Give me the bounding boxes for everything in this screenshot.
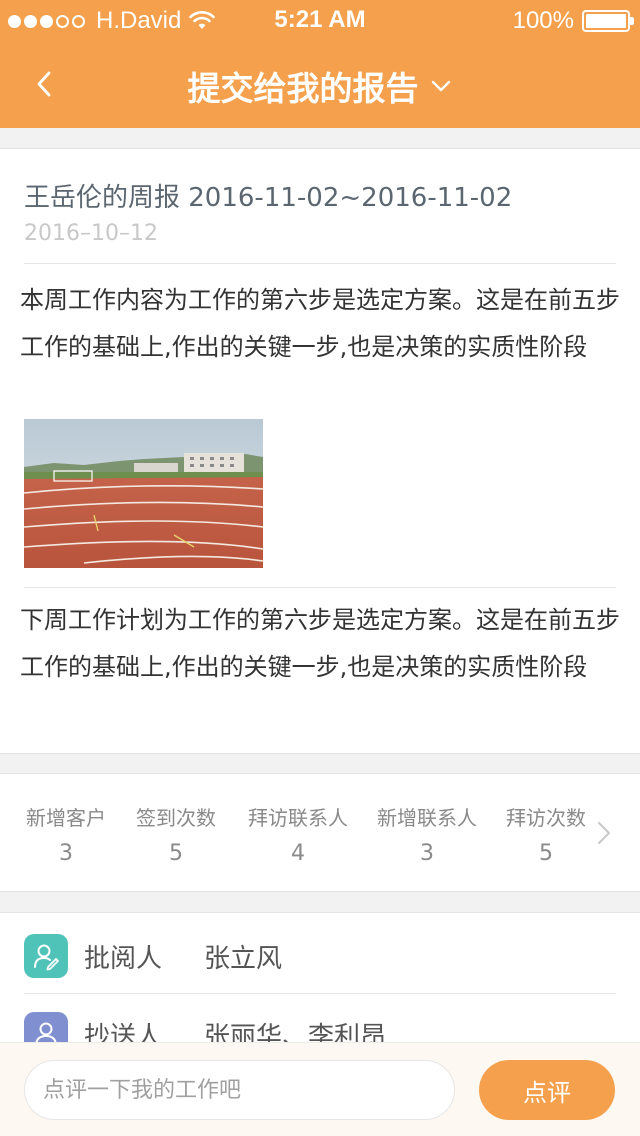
stat-value: 3 bbox=[420, 841, 434, 866]
stat-visited-contacts: 拜访联系人 4 bbox=[243, 802, 353, 866]
chevron-down-icon bbox=[431, 80, 450, 92]
stat-checkins: 签到次数 5 bbox=[132, 802, 220, 866]
header: H.David 5:21 AM 100% 提交给我的报告 bbox=[0, 0, 640, 128]
title-text: 提交给我的报告 bbox=[187, 69, 419, 108]
divider bbox=[24, 993, 616, 994]
comment-bar: 点评 bbox=[0, 1042, 640, 1136]
stats-card[interactable]: 新增客户 3 签到次数 5 拜访联系人 4 新增联系人 3 拜访次数 5 bbox=[0, 773, 640, 892]
battery-icon bbox=[582, 10, 634, 32]
stat-visits: 拜访次数 5 bbox=[502, 802, 590, 866]
reviewer-row[interactable]: 批阅人 张立风 bbox=[24, 933, 282, 979]
nav-bar: 提交给我的报告 bbox=[0, 40, 640, 128]
divider bbox=[24, 587, 616, 588]
stat-label: 拜访次数 bbox=[506, 806, 586, 830]
reviewer-names: 张立风 bbox=[204, 943, 283, 974]
reviewer-label: 批阅人 bbox=[84, 943, 163, 974]
track-photo-image bbox=[24, 419, 263, 568]
report-card: 王岳伦的周报 2016-11-02~2016-11-02 2016–10–12 … bbox=[0, 148, 640, 754]
battery-tip bbox=[630, 17, 634, 25]
stat-value: 4 bbox=[291, 841, 305, 866]
stat-value: 5 bbox=[539, 841, 553, 866]
report-date: 2016–10–12 bbox=[24, 221, 158, 246]
battery-fill bbox=[586, 14, 626, 28]
stat-label: 新增客户 bbox=[26, 806, 106, 830]
page-title[interactable]: 提交给我的报告 bbox=[0, 62, 640, 110]
divider bbox=[24, 263, 616, 264]
this-week-content: 本周工作内容为工作的第六步是选定方案。这是在前五步工作的基础上,作出的关键一步,… bbox=[20, 286, 620, 361]
status-bar: H.David 5:21 AM 100% bbox=[0, 0, 640, 40]
battery-percent: 100% bbox=[512, 7, 574, 34]
stat-value: 3 bbox=[59, 841, 73, 866]
comment-submit-button[interactable]: 点评 bbox=[479, 1060, 615, 1120]
report-title: 王岳伦的周报 2016-11-02~2016-11-02 bbox=[24, 183, 513, 213]
next-week-content: 下周工作计划为工作的第六步是选定方案。这是在前五步工作的基础上,作出的关键一步,… bbox=[20, 606, 620, 681]
stat-label: 拜访联系人 bbox=[248, 806, 348, 830]
reviewer-edit-icon bbox=[24, 934, 68, 978]
stat-label: 签到次数 bbox=[136, 806, 216, 830]
chevron-right-icon[interactable] bbox=[596, 820, 612, 846]
stat-new-customers: 新增客户 3 bbox=[23, 802, 109, 866]
title-dropdown[interactable]: 提交给我的报告 bbox=[188, 62, 453, 110]
stat-label: 新增联系人 bbox=[377, 806, 477, 830]
stat-value: 5 bbox=[169, 841, 183, 866]
status-right: 100% bbox=[512, 7, 634, 35]
stat-new-contacts: 新增联系人 3 bbox=[372, 802, 482, 866]
comment-input[interactable] bbox=[24, 1060, 455, 1120]
report-photo[interactable] bbox=[24, 419, 263, 568]
person-edit-glyph bbox=[34, 944, 59, 971]
